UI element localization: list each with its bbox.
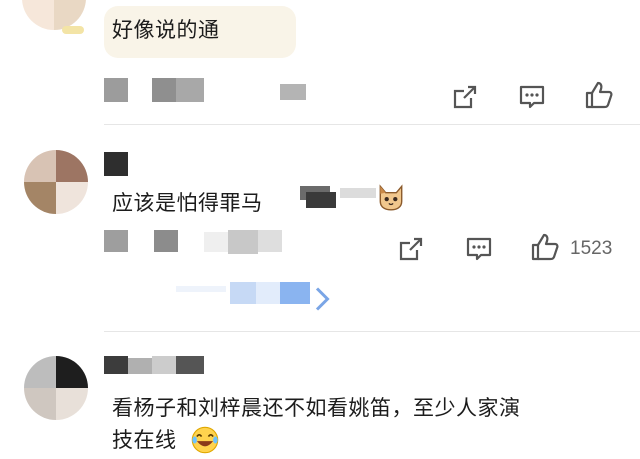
comment-2-meta-blur-e bbox=[258, 230, 282, 252]
comment-3-text-line-1: 看杨子和刘梓晨还不如看姚笛，至少人家演 bbox=[112, 396, 521, 420]
chevron-right-icon[interactable] bbox=[308, 284, 330, 311]
replies-link-blur-d[interactable] bbox=[280, 282, 310, 304]
divider-2 bbox=[104, 331, 640, 332]
replies-link-blur-a[interactable] bbox=[176, 286, 226, 292]
comment-2-text: 应该是怕得罪马 bbox=[112, 191, 263, 215]
laughing-face-icon bbox=[190, 425, 219, 454]
comment-2-blur-b bbox=[306, 192, 336, 208]
username-blur-3c bbox=[152, 356, 176, 374]
comment-1-meta-blur-a bbox=[104, 78, 128, 102]
comment-1-text: 好像说的通 bbox=[112, 18, 220, 42]
comment-1-meta-blur-b bbox=[152, 78, 176, 102]
comment-2-meta-blur-d bbox=[228, 230, 258, 254]
like-icon[interactable] bbox=[530, 232, 560, 262]
comment-icon[interactable] bbox=[464, 234, 494, 264]
username-blur-3a bbox=[104, 356, 128, 374]
username-blur-2 bbox=[104, 152, 128, 176]
share-icon[interactable] bbox=[396, 234, 426, 264]
replies-link-blur-b[interactable] bbox=[230, 282, 256, 304]
comment-3-text-line-2: 技在线 bbox=[112, 428, 177, 452]
like-icon[interactable] bbox=[584, 80, 614, 110]
divider-1 bbox=[104, 124, 640, 125]
replies-link-blur-c[interactable] bbox=[256, 282, 280, 304]
avatar-comment-3[interactable] bbox=[24, 356, 88, 420]
username-blur-3b bbox=[128, 358, 152, 374]
comment-2-blur-c bbox=[340, 188, 376, 198]
avatar-badge bbox=[62, 26, 84, 34]
avatar-comment-2[interactable] bbox=[24, 150, 88, 214]
comment-1-meta-blur-d bbox=[280, 84, 306, 100]
comment-2-meta-blur-a bbox=[104, 230, 128, 252]
comment-2-meta-blur-c bbox=[204, 232, 228, 252]
comment-icon[interactable] bbox=[517, 82, 547, 112]
comment-2-meta-blur-b bbox=[154, 230, 178, 252]
share-icon[interactable] bbox=[450, 82, 480, 112]
username-blur-3d bbox=[176, 356, 204, 374]
like-count: 1523 bbox=[570, 238, 613, 259]
cat-face-icon bbox=[376, 182, 404, 211]
comment-1-meta-blur-c bbox=[176, 78, 204, 102]
